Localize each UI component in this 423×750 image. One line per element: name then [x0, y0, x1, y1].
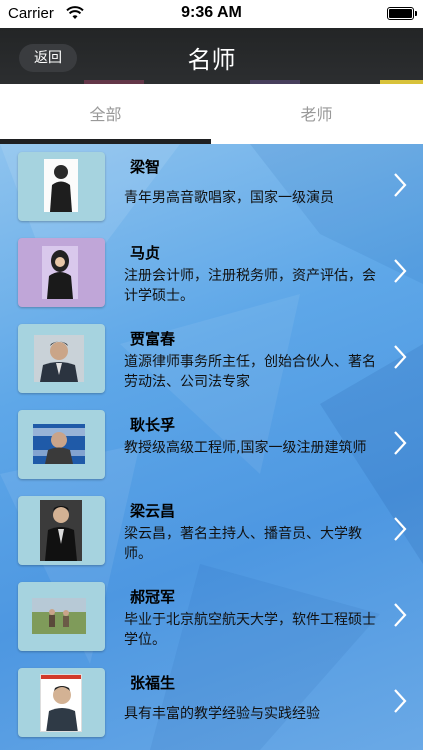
teacher-name: 郝冠军 — [130, 588, 176, 606]
teacher-photo — [34, 335, 84, 382]
navigation-bar: 返回 名师 — [0, 28, 423, 84]
chevron-right-icon — [394, 345, 407, 369]
avatar — [18, 238, 105, 307]
teacher-name: 张福生 — [130, 674, 176, 692]
list-item[interactable]: 张福生 具有丰富的教学经验与实践经验 — [18, 668, 423, 738]
page-title: 名师 — [187, 46, 236, 74]
chevron-right-icon — [394, 259, 407, 283]
avatar — [18, 582, 105, 651]
list-item[interactable]: 耿长孚 教授级高级工程师,国家一级注册建筑师 — [18, 410, 423, 480]
teacher-description: 青年男高音歌唱家，国家一级演员 — [124, 190, 334, 206]
teacher-description: 教授级高级工程师,国家一级注册建筑师 — [124, 440, 367, 456]
teacher-description: 具有丰富的教学经验与实践经验 — [124, 706, 320, 722]
teacher-name: 梁智 — [130, 158, 161, 176]
tab-all[interactable]: 全部 — [0, 84, 211, 144]
teacher-name: 贾富春 — [130, 330, 176, 348]
battery-icon — [387, 7, 417, 20]
avatar — [18, 410, 105, 479]
teacher-photo — [40, 500, 82, 561]
teacher-name: 梁云昌 — [130, 502, 176, 520]
chevron-right-icon — [394, 431, 407, 455]
chevron-right-icon — [394, 173, 407, 197]
teacher-name: 马贞 — [130, 244, 161, 262]
teacher-description: 注册会计师，注册税务师，资产评估，会计学硕士。 — [124, 268, 376, 304]
teacher-photo — [42, 246, 78, 299]
tab-teachers[interactable]: 老师 — [211, 84, 422, 144]
teacher-description: 梁云昌，著名主持人、播音员、大学教师。 — [124, 526, 362, 562]
teacher-photo — [44, 159, 78, 212]
teacher-list[interactable]: 梁智 青年男高音歌唱家，国家一级演员 马贞 注册会计师，注册税务师，资产评估，会… — [0, 144, 423, 750]
list-item[interactable]: 郝冠军 毕业于北京航空航天大学，软件工程硕士学位。 — [18, 582, 423, 652]
avatar — [18, 668, 105, 737]
teacher-description: 毕业于北京航空航天大学，软件工程硕士学位。 — [124, 612, 376, 648]
avatar — [18, 496, 105, 565]
list-item[interactable]: 梁云昌 梁云昌，著名主持人、播音员、大学教师。 — [18, 496, 423, 566]
teacher-description: 道源律师事务所主任，创始合伙人、著名劳动法、公司法专家 — [124, 354, 376, 390]
teacher-photo — [33, 424, 85, 464]
status-bar: Carrier 9:36 AM — [0, 0, 423, 28]
list-item[interactable]: 梁智 青年男高音歌唱家，国家一级演员 — [18, 152, 423, 222]
list-item[interactable]: 贾富春 道源律师事务所主任，创始合伙人、著名劳动法、公司法专家 — [18, 324, 423, 394]
chevron-right-icon — [394, 689, 407, 713]
clock: 9:36 AM — [181, 4, 242, 21]
segment-tabs: 全部 老师 — [0, 84, 423, 144]
avatar — [18, 152, 105, 221]
chevron-right-icon — [394, 517, 407, 541]
list-item[interactable]: 马贞 注册会计师，注册税务师，资产评估，会计学硕士。 — [18, 238, 423, 308]
chevron-right-icon — [394, 603, 407, 627]
avatar — [18, 324, 105, 393]
teacher-photo — [32, 598, 86, 634]
teacher-photo — [40, 674, 82, 732]
teacher-name: 耿长孚 — [130, 416, 176, 434]
